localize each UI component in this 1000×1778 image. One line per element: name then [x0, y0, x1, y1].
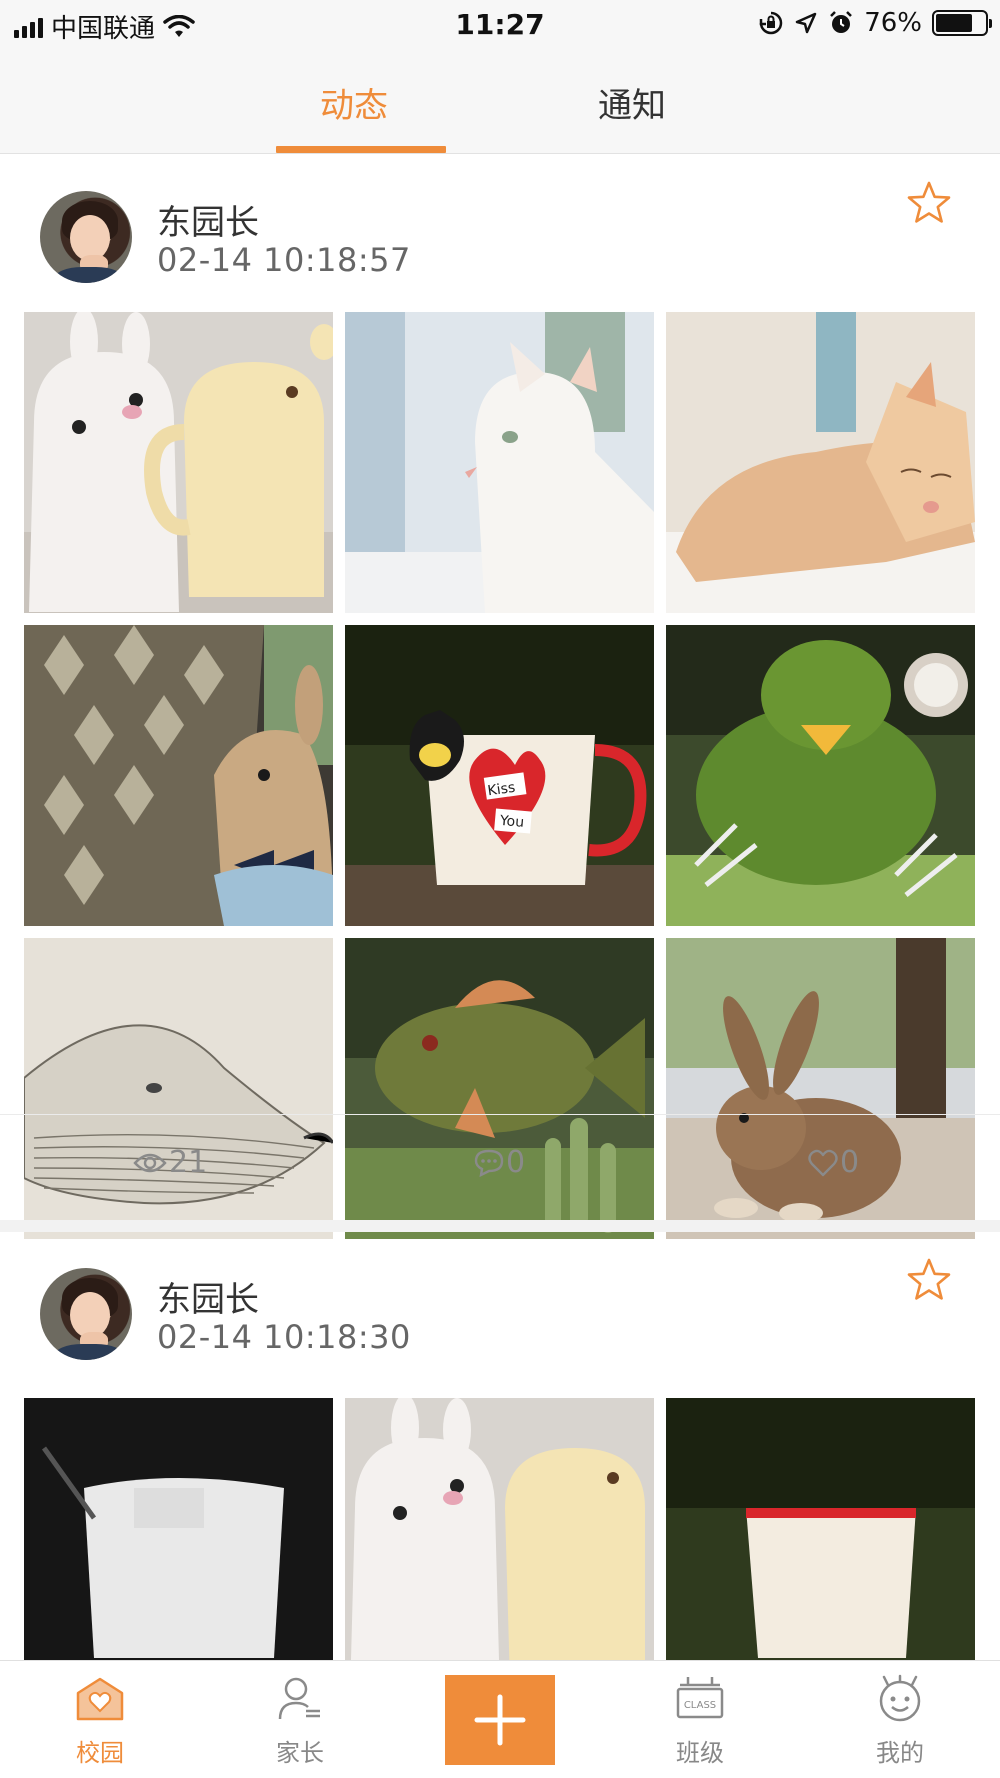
views-stat: 21	[133, 1145, 207, 1180]
photo-bunny-bear-mugs[interactable]	[345, 1398, 654, 1699]
nav-class[interactable]: CLASS 班级	[640, 1673, 760, 1768]
nav-class-label: 班级	[676, 1739, 724, 1767]
nav-parents-label: 家长	[276, 1739, 324, 1767]
post-time: 02-14 10:18:30	[157, 1318, 411, 1356]
likes-stat[interactable]: 0	[808, 1145, 859, 1180]
rotation-lock-icon	[759, 11, 783, 35]
bottom-nav: 校园 家长 CLASS 班级 我的	[0, 1660, 1000, 1778]
post-time: 02-14 10:18:57	[157, 241, 411, 279]
parent-user-icon	[278, 1677, 320, 1720]
post-author[interactable]: 东园长	[157, 195, 259, 244]
avatar[interactable]	[40, 1268, 132, 1360]
photo-kiss-you-mug[interactable]: Kiss You	[345, 625, 654, 926]
photo-green-mug[interactable]	[666, 1398, 975, 1699]
nav-mine[interactable]: 我的	[840, 1673, 960, 1768]
school-house-icon	[76, 1677, 124, 1721]
top-tabs: 动态 通知	[0, 50, 1000, 154]
views-count: 21	[169, 1145, 208, 1180]
class-board-text: CLASS	[684, 1700, 716, 1711]
alarm-clock-icon	[830, 11, 853, 33]
comment-icon	[474, 1149, 504, 1177]
photo-topiary-bird[interactable]	[666, 625, 975, 926]
photo-grid	[24, 1398, 975, 1699]
photo-rabbit-bowtie[interactable]	[24, 625, 333, 926]
post-author[interactable]: 东园长	[157, 1272, 259, 1321]
photo-bunny-bear-mugs[interactable]	[24, 312, 333, 613]
class-board-icon: CLASS	[676, 1677, 724, 1719]
tab-dynamic[interactable]: 动态	[320, 78, 388, 127]
avatar[interactable]	[40, 191, 132, 283]
battery-icon	[932, 10, 992, 36]
nav-parents[interactable]: 家长	[240, 1673, 360, 1768]
comments-stat[interactable]: 0	[474, 1145, 525, 1180]
post-stats: 21 0 0	[0, 1115, 1000, 1219]
star-icon[interactable]	[906, 1257, 952, 1303]
location-arrow-icon	[795, 12, 817, 34]
section-gap	[0, 1220, 1000, 1232]
active-tab-indicator	[276, 146, 446, 153]
plus-icon	[474, 1694, 526, 1746]
star-icon[interactable]	[906, 180, 952, 226]
smiley-face-icon	[879, 1674, 921, 1722]
comments-count: 0	[506, 1145, 526, 1180]
photo-white-kitten[interactable]	[345, 312, 654, 613]
photo-grid: Kiss You	[24, 312, 975, 1239]
mug-text-you: You	[498, 813, 524, 831]
photo-black-cup[interactable]	[24, 1398, 333, 1699]
status-bar: 中国联通 11:27 76%	[0, 0, 1000, 50]
add-post-button[interactable]	[445, 1675, 555, 1765]
tab-notice[interactable]: 通知	[598, 78, 666, 127]
likes-count: 0	[840, 1145, 860, 1180]
photo-sleeping-cat[interactable]	[666, 312, 975, 613]
heart-icon	[808, 1149, 838, 1176]
eye-icon	[133, 1153, 167, 1172]
battery-percentage: 76%	[864, 8, 922, 38]
nav-mine-label: 我的	[876, 1739, 924, 1767]
nav-campus[interactable]: 校园	[40, 1673, 160, 1768]
nav-campus-label: 校园	[76, 1739, 124, 1767]
